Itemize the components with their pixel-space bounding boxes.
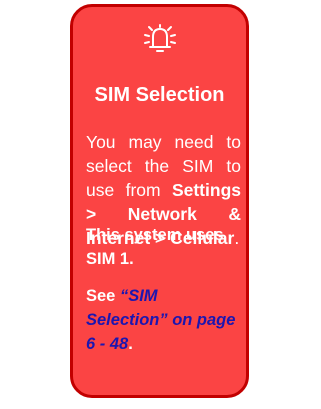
sim-info-text: This system uses SIM 1. <box>86 226 224 268</box>
alarm-bell-icon <box>144 24 176 52</box>
reference-period: . <box>128 335 133 353</box>
sim-selection-callout: SIM Selection You may need to select the… <box>70 4 249 398</box>
callout-title: SIM Selection <box>94 84 225 106</box>
cross-reference-text: See “SIM Selection” on page 6 - 48. <box>86 284 241 356</box>
see-label: See <box>86 287 120 305</box>
